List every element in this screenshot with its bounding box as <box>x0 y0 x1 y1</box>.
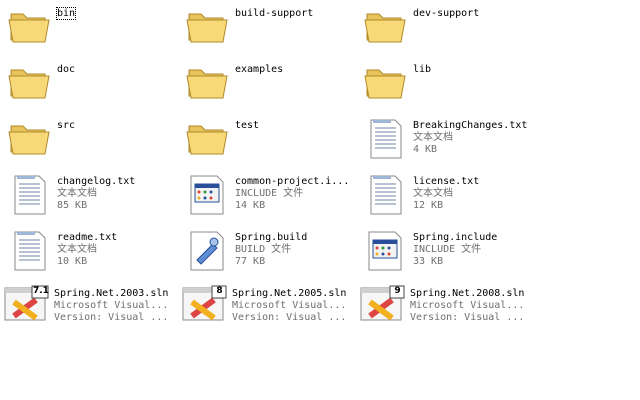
file-item-lib[interactable]: lib <box>359 56 537 108</box>
file-name: bin <box>55 7 77 20</box>
window-file-icon <box>183 170 231 218</box>
folder-icon <box>5 58 53 106</box>
file-name: license.txt <box>413 176 480 187</box>
file-size: 85 KB <box>57 200 88 211</box>
file-size: 14 KB <box>235 200 266 211</box>
file-type: INCLUDE 文件 <box>235 188 304 199</box>
file-type: Microsoft Visual... <box>410 300 525 311</box>
folder-icon <box>361 2 409 50</box>
version-badge: 7.1 <box>33 286 49 296</box>
file-type: BUILD 文件 <box>235 244 292 255</box>
text-document-icon <box>361 170 409 218</box>
file-item-changelog[interactable]: changelog.txt 文本文档 85 KB <box>3 168 181 220</box>
file-size: 33 KB <box>413 256 444 267</box>
file-item-common-project[interactable]: common-project.i... INCLUDE 文件 14 KB <box>181 168 359 220</box>
file-name: readme.txt <box>57 232 118 243</box>
file-name: Spring.include <box>413 232 498 243</box>
file-size: Version: Visual ... <box>410 312 525 323</box>
file-name: doc <box>57 64 76 75</box>
file-item-spring-net-2008-sln[interactable]: 9 Spring.Net.2008.sln Microsoft Visual..… <box>356 280 534 332</box>
file-type: Microsoft Visual... <box>232 300 347 311</box>
folder-icon <box>183 58 231 106</box>
visual-studio-solution-icon: 7.1 <box>2 282 50 330</box>
file-item-spring-build[interactable]: Spring.build BUILD 文件 77 KB <box>181 224 359 276</box>
build-file-icon <box>183 226 231 274</box>
file-name: Spring.Net.2003.sln <box>54 288 169 299</box>
file-size: 12 KB <box>413 200 444 211</box>
file-item-src[interactable]: src <box>3 112 181 164</box>
visual-studio-solution-icon: 8 <box>180 282 228 330</box>
file-item-bin[interactable]: bin <box>3 0 181 52</box>
file-name: lib <box>413 64 432 75</box>
file-name: BreakingChanges.txt <box>413 120 528 131</box>
file-type: INCLUDE 文件 <box>413 244 482 255</box>
file-name: build-support <box>235 8 314 19</box>
file-item-breakingchanges[interactable]: BreakingChanges.txt 文本文档 4 KB <box>359 112 537 164</box>
file-size: Version: Visual ... <box>232 312 347 323</box>
folder-icon <box>5 2 53 50</box>
file-type: Microsoft Visual... <box>54 300 169 311</box>
folder-icon <box>5 114 53 162</box>
file-name: src <box>57 120 76 131</box>
file-item-spring-include[interactable]: Spring.include INCLUDE 文件 33 KB <box>359 224 537 276</box>
file-item-license[interactable]: license.txt 文本文档 12 KB <box>359 168 537 220</box>
version-badge: 8 <box>216 286 223 296</box>
file-item-readme[interactable]: readme.txt 文本文档 10 KB <box>3 224 181 276</box>
file-name: Spring.Net.2005.sln <box>232 288 347 299</box>
file-size: 10 KB <box>57 256 88 267</box>
folder-icon <box>183 2 231 50</box>
window-file-icon <box>361 226 409 274</box>
text-document-icon <box>361 114 409 162</box>
folder-icon <box>361 58 409 106</box>
text-document-icon <box>5 170 53 218</box>
file-name: Spring.build <box>235 232 308 243</box>
file-name: Spring.Net.2008.sln <box>410 288 525 299</box>
file-item-doc[interactable]: doc <box>3 56 181 108</box>
file-size: 77 KB <box>235 256 266 267</box>
visual-studio-solution-icon: 9 <box>358 282 406 330</box>
file-size: 4 KB <box>413 144 438 155</box>
file-item-dev-support[interactable]: dev-support <box>359 0 537 52</box>
file-name: common-project.i... <box>235 176 350 187</box>
file-name: changelog.txt <box>57 176 136 187</box>
file-type: 文本文档 <box>413 188 453 199</box>
file-item-test[interactable]: test <box>181 112 359 164</box>
version-badge: 9 <box>394 286 401 296</box>
file-item-build-support[interactable]: build-support <box>181 0 359 52</box>
text-document-icon <box>5 226 53 274</box>
file-item-spring-net-2003-sln[interactable]: 7.1 Spring.Net.2003.sln Microsoft Visual… <box>0 280 178 332</box>
file-item-examples[interactable]: examples <box>181 56 359 108</box>
file-type: 文本文档 <box>413 132 453 143</box>
file-name: test <box>235 120 260 131</box>
file-name: dev-support <box>413 8 480 19</box>
folder-icon <box>183 114 231 162</box>
file-type: 文本文档 <box>57 244 97 255</box>
file-type: 文本文档 <box>57 188 97 199</box>
file-name: examples <box>235 64 284 75</box>
file-item-spring-net-2005-sln[interactable]: 8 Spring.Net.2005.sln Microsoft Visual..… <box>178 280 356 332</box>
file-size: Version: Visual ... <box>54 312 169 323</box>
